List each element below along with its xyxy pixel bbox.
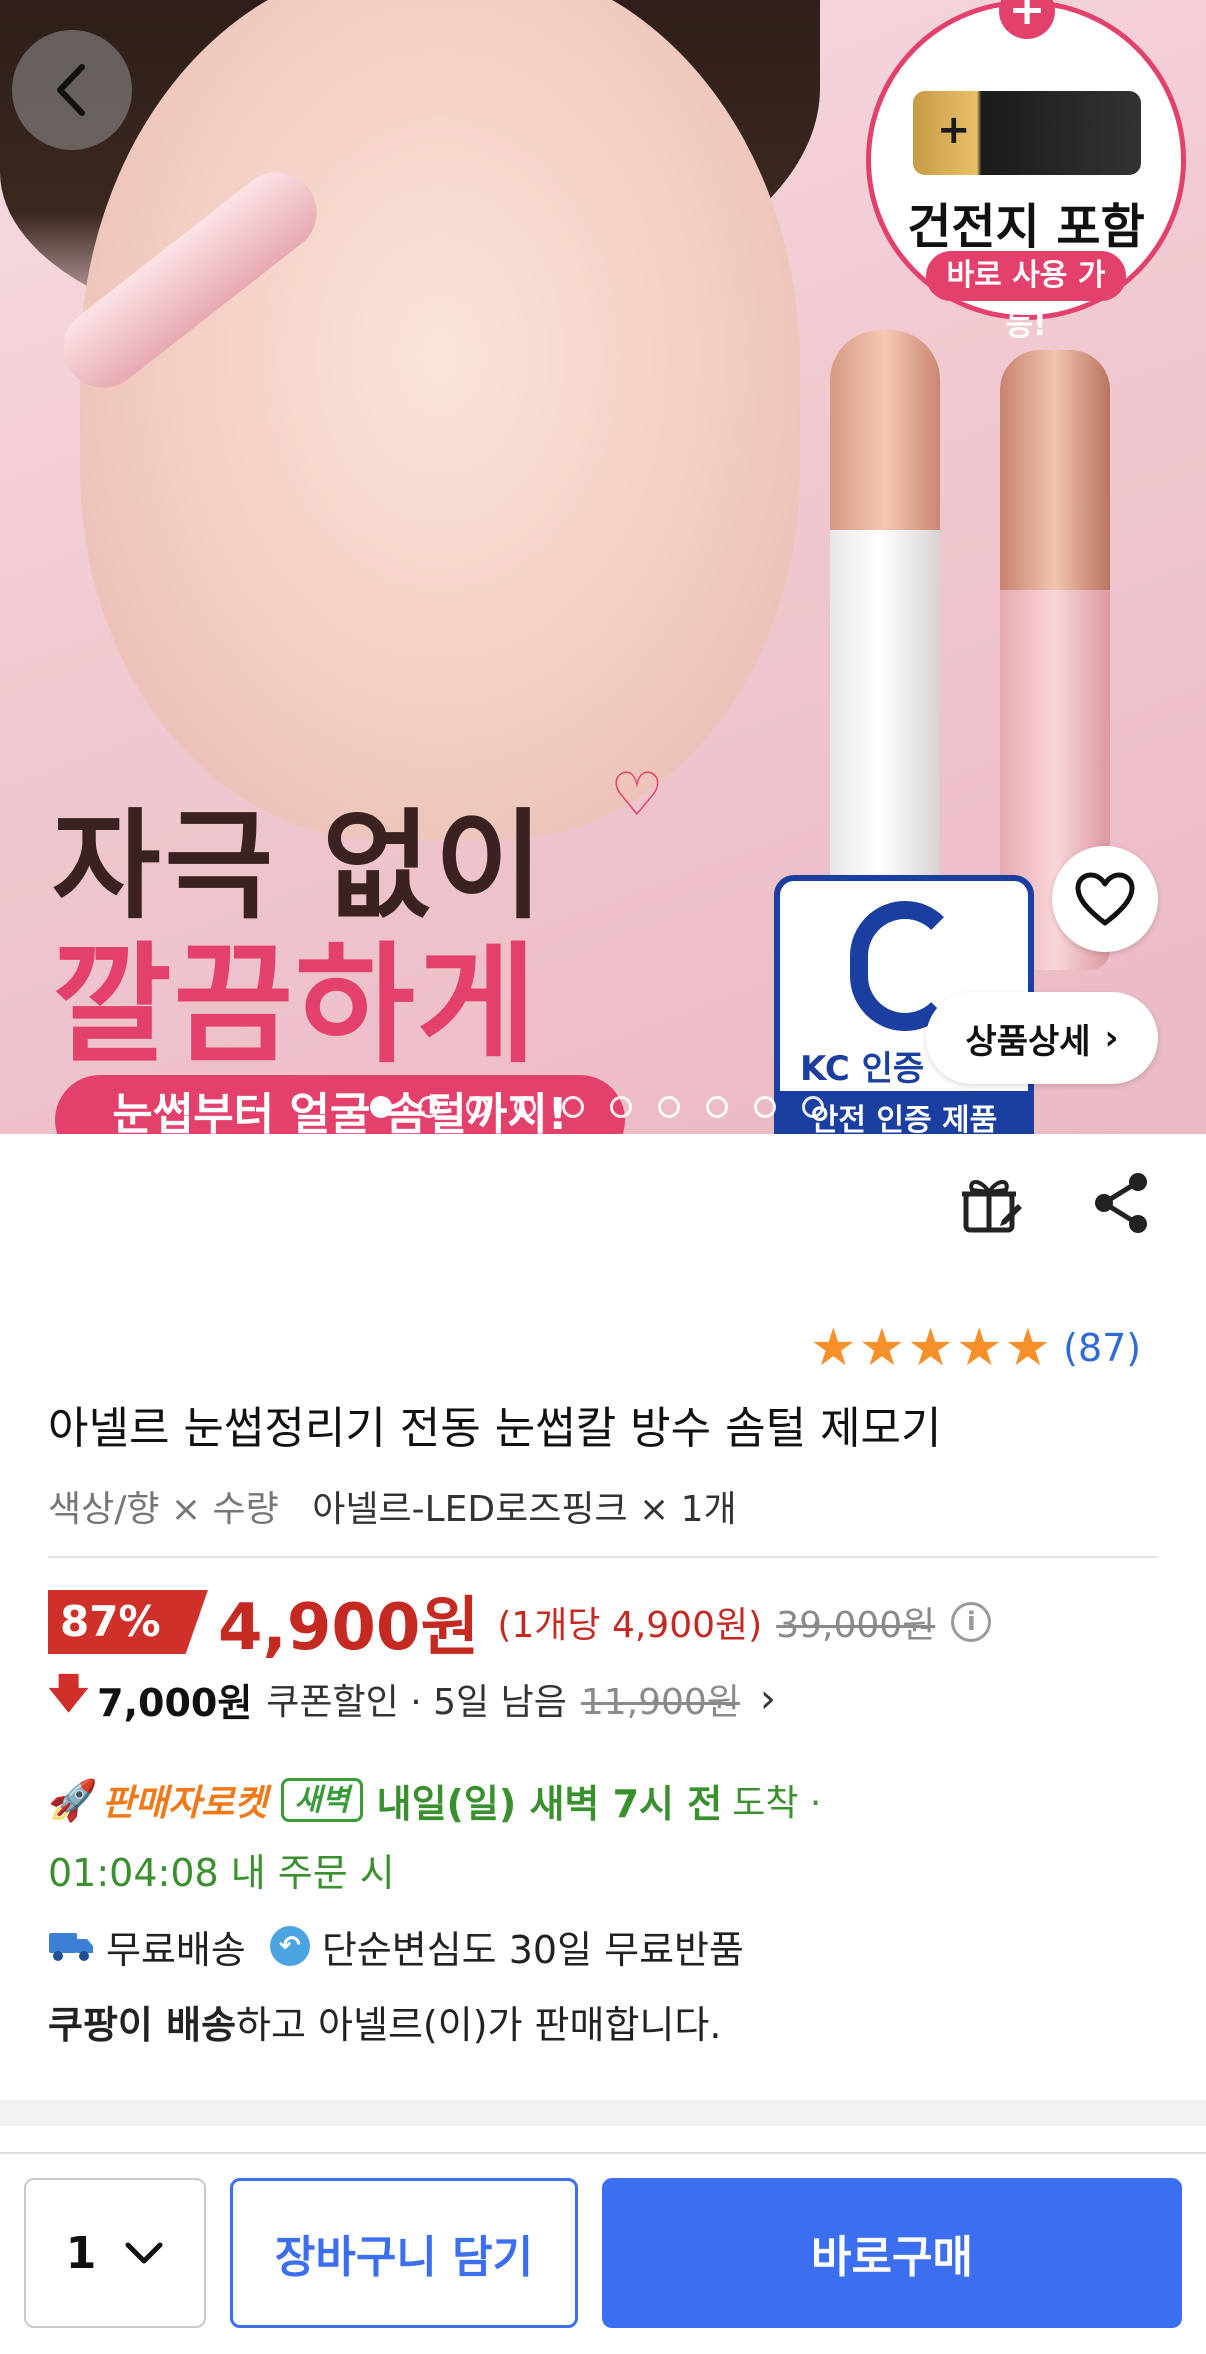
dawn-delivery-badge: 새벽	[281, 1778, 363, 1822]
order-deadline: 01:04:08 내 주문 시	[48, 1851, 395, 1895]
trimmer-white	[830, 330, 940, 890]
seller-rocket-label: 판매자로켓	[101, 1783, 268, 1824]
free-return: 단순변심도 30일 무료반품	[321, 1927, 744, 1972]
gift-button[interactable]	[958, 1170, 1028, 1240]
coupon-row[interactable]: 🡇 7,000원 쿠폰할인 · 5일 남음 11,900원 ›	[48, 1671, 776, 1726]
seller-prefix: 쿠팡이 배송	[48, 2003, 237, 2047]
carousel-dot[interactable]	[370, 1096, 392, 1118]
info-icon[interactable]: i	[951, 1602, 992, 1642]
carousel-dot[interactable]	[562, 1096, 584, 1118]
kc-label: KC 인증	[800, 1049, 925, 1089]
carousel-dot[interactable]	[658, 1096, 680, 1118]
chevron-down-icon	[125, 2242, 163, 2264]
carousel-dot[interactable]	[610, 1096, 632, 1118]
product-title: 아넬르 눈썹정리기 전동 눈썹칼 방수 솜털 제모기	[48, 1403, 942, 1454]
return-icon: ↶	[269, 1926, 310, 1966]
battery-included-badge: + + 건전지 포함 바로 사용 가능!	[866, 0, 1186, 343]
battery-subtitle: 바로 사용 가능!	[926, 251, 1126, 343]
chevron-right-icon: ›	[1104, 1018, 1119, 1058]
seller-info: 쿠팡이 배송하고 아넬르(이)가 판매합니다.	[48, 1994, 721, 2049]
battery-icon: +	[913, 91, 1141, 175]
carousel-indicator	[370, 1096, 824, 1118]
bottom-action-bar: 1 장바구니 담기 바로구매	[0, 2152, 1206, 2354]
buy-now-button[interactable]: 바로구매	[602, 2178, 1182, 2328]
divider	[48, 1556, 1158, 1558]
price-row: 87% 4,900원 (1개당 4,900원) 39,000원 i	[48, 1582, 992, 1665]
star-icon: ★	[1004, 1318, 1052, 1378]
product-detail-label: 상품상세	[965, 1021, 1091, 1062]
quantity-value: 1	[65, 2227, 97, 2279]
back-button[interactable]	[12, 30, 132, 150]
battery-title: 건전지 포함	[907, 199, 1145, 255]
heart-icon	[1075, 872, 1135, 926]
product-image-carousel[interactable]: + + 건전지 포함 바로 사용 가능! ♡ 자극 없이 깔끔하게 눈썹부터 얼…	[0, 0, 1206, 1134]
sale-price: 4,900원	[218, 1591, 480, 1665]
carousel-dot[interactable]	[802, 1096, 824, 1118]
arrival-time: 내일(일) 새벽 7시 전	[376, 1781, 723, 1826]
delivery-info: 🚀 판매자로켓 새벽 내일(일) 새벽 7시 전 도착 ·	[48, 1772, 821, 1828]
hero-headline-2: 깔끔하게	[52, 929, 539, 1081]
carousel-dot[interactable]	[418, 1096, 440, 1118]
plus-icon: +	[999, 0, 1055, 39]
arrow-down-icon: 🡇	[48, 1671, 90, 1717]
coupon-amount: 7,000원	[97, 1680, 253, 1725]
quantity-select[interactable]: 1	[24, 2178, 206, 2328]
selected-option[interactable]: 색상/향 × 수량 아넬르-LED로즈핑크 × 1개	[48, 1480, 737, 1532]
carousel-dot[interactable]	[514, 1096, 536, 1118]
share-button[interactable]	[1090, 1170, 1160, 1240]
star-icon: ★	[955, 1318, 1003, 1378]
carousel-dot[interactable]	[706, 1096, 728, 1118]
product-detail-button[interactable]: 상품상세 ›	[926, 992, 1158, 1084]
shipping-return-row: 무료배송 ↶ 단순변심도 30일 무료반품	[48, 1918, 744, 1974]
discount-badge: 87%	[48, 1590, 208, 1654]
section-divider	[0, 2100, 1206, 2126]
model-face	[80, 0, 800, 840]
gift-icon	[962, 1180, 1022, 1233]
star-icon: ★	[810, 1318, 857, 1378]
truck-icon	[49, 1933, 93, 1961]
rating[interactable]: ★ ★ ★ ★ ★ (87)	[810, 1318, 1141, 1378]
original-price: 39,000원	[776, 1605, 936, 1646]
star-icon: ★	[858, 1318, 906, 1378]
carousel-dot[interactable]	[754, 1096, 776, 1118]
add-to-cart-button[interactable]: 장바구니 담기	[230, 2178, 578, 2328]
share-icon	[1095, 1173, 1147, 1233]
seller-suffix: 하고 아넬르(이)가 판매합니다.	[236, 2003, 722, 2047]
star-icon: ★	[907, 1318, 954, 1378]
arrival-suffix: 도착 ·	[732, 1783, 822, 1824]
option-value: 아넬르-LED로즈핑크 × 1개	[312, 1489, 737, 1530]
rocket-icon: 🚀	[48, 1777, 98, 1824]
chevron-right-icon: ›	[759, 1676, 776, 1722]
option-key: 색상/향 × 수량	[48, 1489, 279, 1530]
free-shipping: 무료배송	[106, 1927, 246, 1972]
favorite-button[interactable]	[1052, 846, 1158, 952]
heart-doodle-icon: ♡	[610, 760, 664, 830]
coupon-original-price: 11,900원	[580, 1682, 740, 1723]
unit-price: (1개당 4,900원)	[497, 1605, 763, 1646]
carousel-dot[interactable]	[466, 1096, 488, 1118]
chevron-left-icon	[57, 64, 85, 116]
coupon-text: 쿠폰할인 · 5일 남음	[266, 1682, 567, 1723]
review-count[interactable]: (87)	[1063, 1326, 1141, 1370]
